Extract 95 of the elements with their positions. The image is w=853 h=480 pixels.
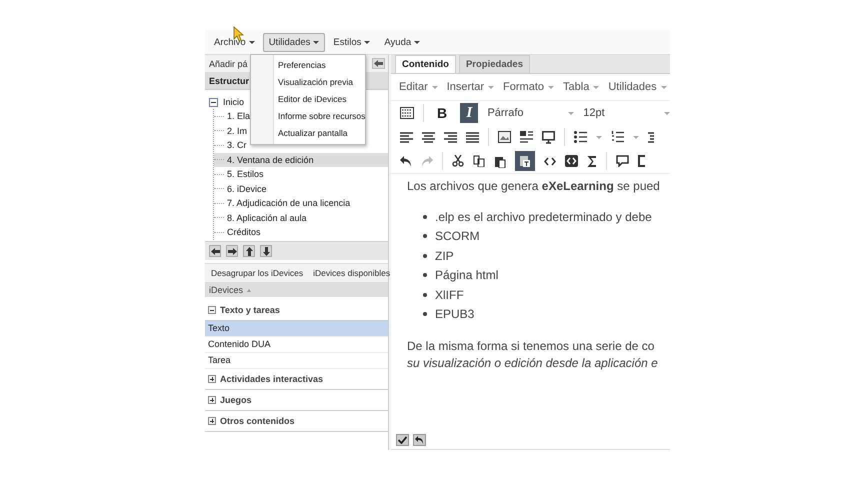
- undo-button[interactable]: [413, 434, 426, 446]
- sort-icon: [247, 288, 252, 292]
- menu-option[interactable]: Editor de iDevices: [251, 91, 365, 108]
- menu-item[interactable]: Insertar: [446, 81, 494, 93]
- paste-as-text-button[interactable]: [515, 151, 535, 171]
- add-page-button[interactable]: Añadir pá: [209, 58, 248, 68]
- tree-item[interactable]: 7. Adjudicación de una licencia: [227, 198, 350, 208]
- menu-item[interactable]: Tabla: [563, 81, 600, 93]
- menu-item[interactable]: Estilos: [327, 32, 376, 52]
- tree-item[interactable]: 2. Im: [227, 126, 248, 136]
- bullet-list-icon[interactable]: [574, 131, 587, 143]
- undo-icon[interactable]: [400, 156, 412, 166]
- font-size-dropdown[interactable]: 12pt: [583, 107, 670, 119]
- menu-item[interactable]: Editar: [399, 81, 438, 93]
- paste-text-icon: [519, 154, 531, 168]
- panel-tab[interactable]: Desagrupar los iDevices: [211, 268, 304, 278]
- indent-icon[interactable]: [648, 132, 654, 142]
- align-center-icon[interactable]: [422, 132, 435, 142]
- list-item: Página html: [435, 268, 498, 282]
- menu-option[interactable]: Informe sobre recursos: [251, 108, 365, 125]
- sigma-icon[interactable]: [587, 156, 597, 166]
- move-up-button[interactable]: [243, 245, 255, 257]
- paragraph-line: su visualización o edición desde la aplicación e: [407, 355, 659, 372]
- paragraph-line: De la misma forma si tenemos una serie de co: [407, 338, 656, 355]
- keyboard-icon[interactable]: [400, 107, 414, 119]
- paste-icon[interactable]: [494, 154, 506, 168]
- list-item: ZIP: [435, 248, 454, 263]
- bold-button[interactable]: B: [432, 103, 452, 123]
- paragraph: Los archivos que genera eXeLearning se pued: [407, 178, 661, 195]
- menu-option[interactable]: Actualizar pantalla: [251, 125, 365, 142]
- italic-button[interactable]: I: [460, 103, 478, 123]
- group-header[interactable]: Juegos: [220, 395, 252, 405]
- collapse-icon[interactable]: [208, 396, 216, 404]
- collapse-icon[interactable]: [209, 98, 218, 106]
- menu-item[interactable]: Utilidades: [262, 32, 326, 52]
- image-icon[interactable]: [498, 131, 511, 143]
- idevice-item[interactable]: Texto: [205, 321, 388, 337]
- caret-icon: [248, 40, 255, 44]
- copy-icon[interactable]: [473, 155, 485, 167]
- panel-tab[interactable]: iDevices disponibles: [313, 268, 390, 278]
- list-item: SCORM: [435, 229, 480, 244]
- code-icon[interactable]: [544, 156, 556, 166]
- group-header[interactable]: Texto y tareas: [220, 305, 280, 315]
- collapse-icon[interactable]: [208, 306, 216, 314]
- tree-item[interactable]: 6. iDevice: [227, 184, 267, 194]
- editor-tab[interactable]: Contenido: [395, 55, 456, 73]
- menu-item[interactable]: Utilidades: [608, 81, 667, 93]
- numbered-list-icon[interactable]: [611, 131, 624, 143]
- move-left-button[interactable]: [209, 245, 221, 257]
- caret-icon: [548, 86, 554, 88]
- tree-item[interactable]: Inicio: [223, 97, 244, 107]
- source-code-icon[interactable]: [565, 155, 578, 167]
- menu-option[interactable]: Preferencias: [251, 57, 365, 74]
- comment-icon[interactable]: [616, 155, 629, 167]
- list-item: .elp es el archivo predeterminado y debe: [435, 210, 652, 224]
- tree-item[interactable]: 1. Ela: [227, 111, 250, 122]
- caret-icon: [432, 86, 438, 88]
- justify-icon[interactable]: [466, 132, 479, 142]
- caret-icon: [660, 86, 667, 88]
- caret-icon: [568, 112, 574, 114]
- tree-item[interactable]: 8. Aplicación al aula: [227, 212, 307, 223]
- idevice-item[interactable]: Contenido DUA: [205, 337, 388, 353]
- list-item: EPUB3: [435, 307, 474, 322]
- align-right-icon[interactable]: [444, 132, 457, 142]
- caret-icon: [364, 40, 370, 44]
- menu-item[interactable]: Formato: [503, 81, 554, 93]
- monitor-icon[interactable]: [542, 130, 555, 144]
- collapse-icon[interactable]: [208, 375, 216, 383]
- menu-item[interactable]: Ayuda: [378, 32, 426, 52]
- block-format-dropdown[interactable]: Párrafo: [487, 107, 574, 119]
- move-down-button[interactable]: [260, 245, 272, 257]
- arrow-left-icon: [374, 60, 383, 67]
- window-icon[interactable]: [638, 155, 645, 167]
- align-left-icon[interactable]: [400, 132, 413, 142]
- collapse-button[interactable]: [372, 58, 385, 69]
- caret-icon: [313, 40, 320, 44]
- tree-item[interactable]: 3. Cr: [227, 140, 247, 150]
- editor-tab[interactable]: Propiedades: [458, 55, 530, 73]
- collapse-icon[interactable]: [208, 417, 216, 425]
- column-header[interactable]: iDevices: [209, 285, 244, 295]
- layout-icon[interactable]: [520, 131, 533, 143]
- idevice-item[interactable]: Tarea: [205, 353, 388, 369]
- move-right-button[interactable]: [226, 245, 238, 257]
- list-item: XlIFF: [435, 288, 464, 302]
- caret-icon: [664, 112, 670, 114]
- group-header[interactable]: Otros contenidos: [220, 416, 295, 426]
- group-header[interactable]: Actividades interactivas: [220, 374, 324, 384]
- tree-item[interactable]: 5. Estilos: [227, 169, 264, 180]
- caret-icon: [488, 86, 494, 88]
- cut-icon[interactable]: [452, 155, 464, 167]
- tree-item[interactable]: Créditos: [227, 227, 261, 238]
- caret-icon: [593, 86, 600, 88]
- menu-option[interactable]: Visualización previa: [251, 74, 365, 91]
- caret-icon: [414, 40, 420, 44]
- confirm-button[interactable]: [396, 434, 409, 446]
